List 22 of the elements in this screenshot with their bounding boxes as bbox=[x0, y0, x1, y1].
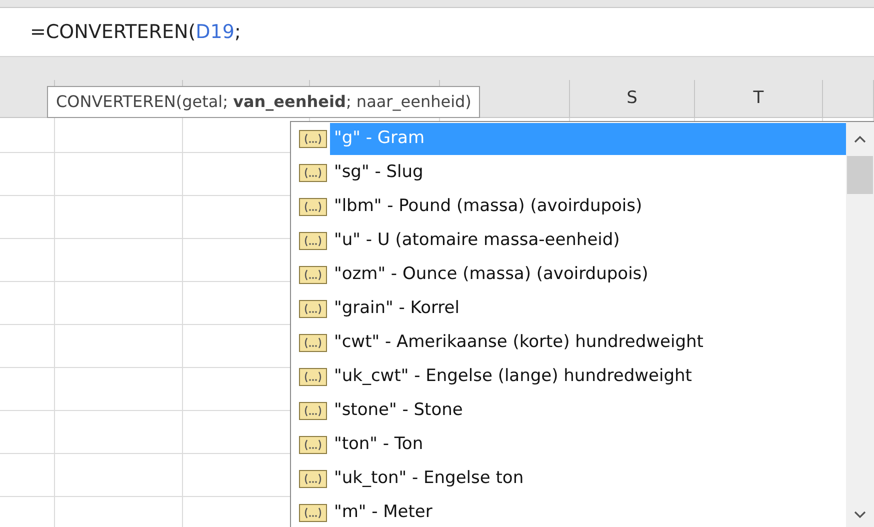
constant-icon bbox=[299, 402, 327, 420]
formula-text: =CONVERTEREN( bbox=[30, 20, 196, 45]
constant-icon bbox=[299, 300, 327, 318]
column-header[interactable]: T bbox=[753, 86, 764, 112]
formula-text: ; bbox=[234, 20, 241, 45]
constant-icon bbox=[299, 266, 327, 284]
constant-icon bbox=[299, 198, 327, 216]
constant-icon bbox=[299, 504, 327, 522]
cell-reference: D19 bbox=[196, 20, 234, 45]
constant-icon bbox=[299, 232, 327, 250]
constant-icon bbox=[299, 130, 327, 148]
constant-icon bbox=[299, 334, 327, 352]
scroll-down-icon[interactable] bbox=[854, 511, 866, 519]
scroll-up-icon[interactable] bbox=[854, 135, 866, 143]
constant-icon bbox=[299, 164, 327, 182]
scrollbar[interactable] bbox=[846, 122, 874, 527]
scrollbar-thumb[interactable] bbox=[847, 156, 873, 194]
tooltip-text: CONVERTEREN(getal; van_eenheid; naar_eenheid) bbox=[56, 91, 472, 113]
constant-icon bbox=[299, 368, 327, 386]
constant-icon bbox=[299, 436, 327, 454]
constant-icon bbox=[299, 470, 327, 488]
column-header[interactable]: S bbox=[626, 86, 638, 112]
